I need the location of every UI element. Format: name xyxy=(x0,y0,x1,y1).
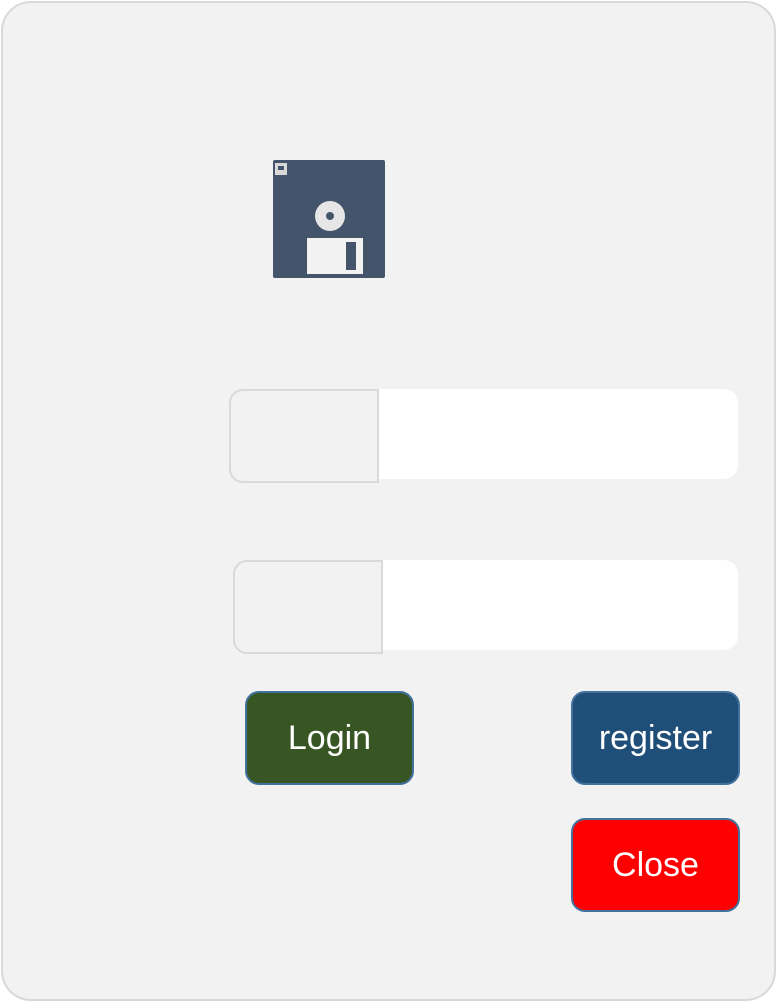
username-input[interactable] xyxy=(379,389,738,479)
login-window: Login register Close xyxy=(1,1,776,1001)
password-field xyxy=(233,560,738,654)
close-button[interactable]: Close xyxy=(571,818,740,912)
username-label xyxy=(229,389,379,483)
password-label xyxy=(233,560,383,654)
floppy-disk-icon xyxy=(273,160,385,278)
username-field xyxy=(229,389,738,483)
password-input[interactable] xyxy=(383,560,738,650)
register-button[interactable]: register xyxy=(571,691,740,785)
login-button[interactable]: Login xyxy=(245,691,414,785)
